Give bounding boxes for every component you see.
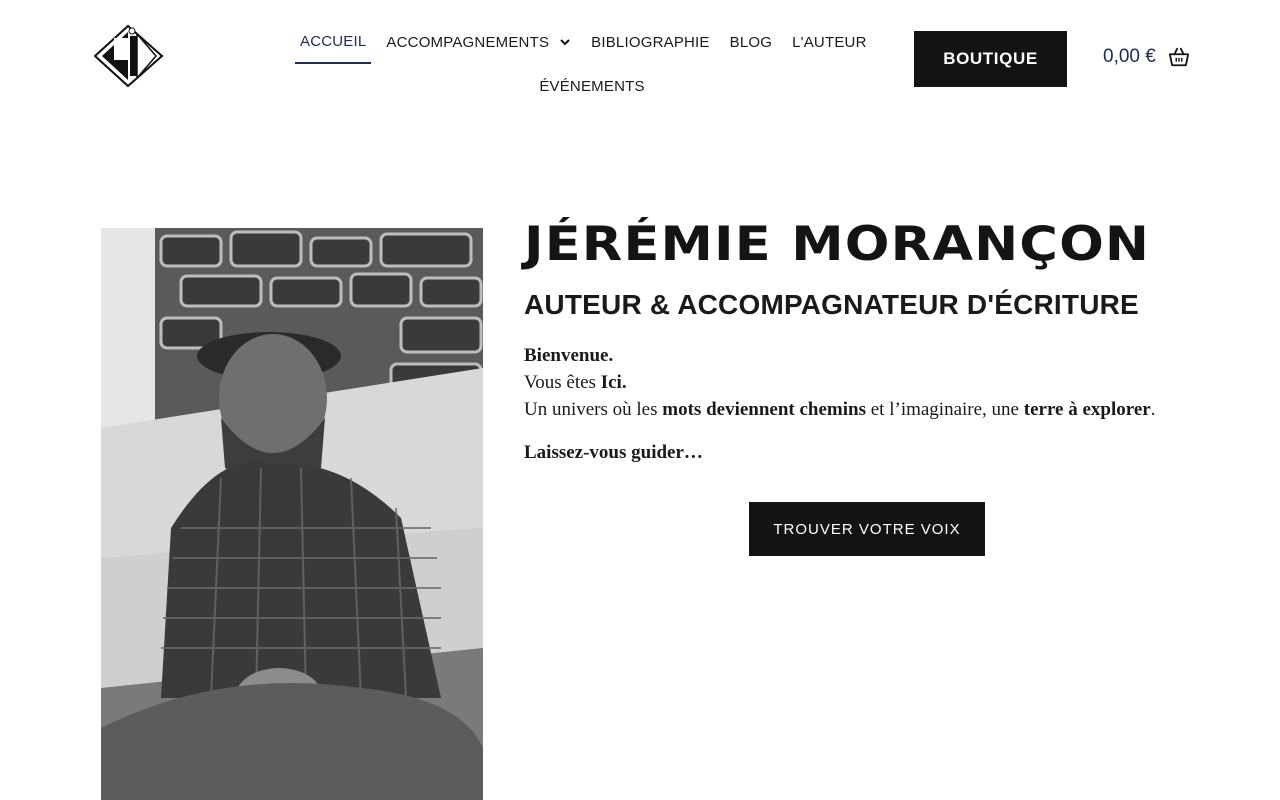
author-portrait-image <box>101 228 483 800</box>
nav-item-blog[interactable]: BLOG <box>720 20 782 64</box>
intro-line3-mid: et l’imaginaire, une <box>866 399 1024 420</box>
chevron-down-icon[interactable] <box>559 36 571 48</box>
hero-content: JÉRÉMIE MORANÇON AUTEUR & ACCOMPAGNATEUR… <box>524 218 1204 464</box>
find-your-voice-button[interactable]: TROUVER VOTRE VOIX <box>749 502 985 556</box>
intro-line2-text: Vous êtes <box>524 372 601 393</box>
nav-item-auteur[interactable]: L'AUTEUR <box>782 20 876 64</box>
page-subtitle: AUTEUR & ACCOMPAGNATEUR D'ÉCRITURE <box>524 289 1139 320</box>
nav-item-evenements[interactable]: ÉVÉNEMENTS <box>529 64 654 108</box>
nav-item-label: ACCOMPAGNEMENTS <box>386 33 550 51</box>
basket-icon <box>1168 47 1189 67</box>
intro-line3-bold2: terre à explorer <box>1023 399 1151 420</box>
author-photo <box>101 228 483 800</box>
intro-text: Bienvenue. Vous êtes Ici. Un univers où … <box>524 342 1204 423</box>
intro-line3-text: Un univers où les <box>524 399 663 420</box>
main-nav: ACCUEIL ACCOMPAGNEMENTS BIBLIOGRAPHIE BL… <box>290 20 880 108</box>
logo-diamond-icon <box>93 24 164 88</box>
guide-text: Laissez-vous guider… <box>524 442 703 463</box>
cart-amount: 0,00 € <box>1103 46 1156 67</box>
welcome-text: Bienvenue. <box>524 345 614 366</box>
cart-link[interactable]: 0,00 € <box>1103 46 1190 68</box>
nav-item-bibliographie[interactable]: BIBLIOGRAPHIE <box>581 20 719 64</box>
nav-item-accueil[interactable]: ACCUEIL <box>295 20 372 64</box>
intro-line3-bold1: mots deviennent chemins <box>662 399 866 420</box>
intro-line3-end: . <box>1150 399 1156 420</box>
intro-line2-bold: Ici. <box>600 372 627 393</box>
nav-item-accompagnements[interactable]: ACCOMPAGNEMENTS <box>376 20 581 64</box>
boutique-button[interactable]: BOUTIQUE <box>914 31 1067 87</box>
site-logo[interactable] <box>93 24 164 88</box>
page-title: JÉRÉMIE MORANÇON <box>524 217 1151 272</box>
